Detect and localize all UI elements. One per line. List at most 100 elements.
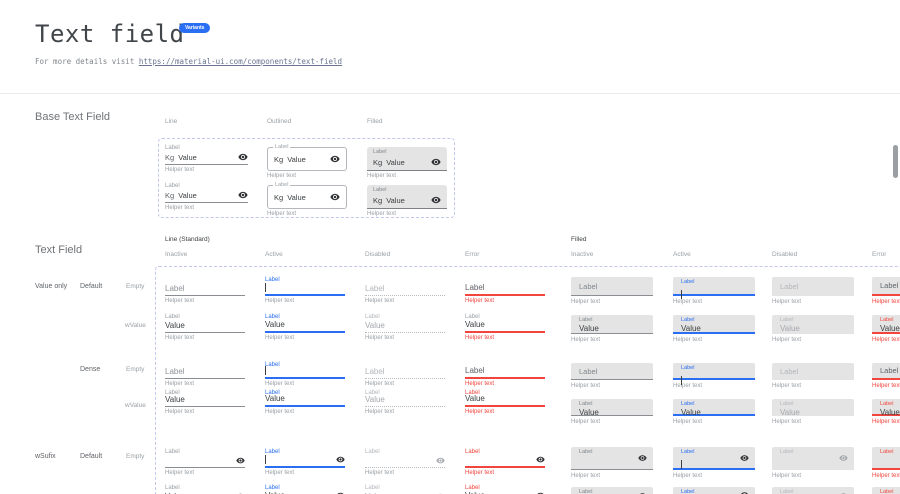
field-line-active-value-only-dense-wvalue[interactable]: LabelValueHelper text: [265, 390, 345, 416]
eye-icon[interactable]: [238, 152, 248, 162]
eye-icon[interactable]: [336, 455, 345, 464]
field-filled-inactive-wsufix-default-wvalue[interactable]: LabelValueHelper text: [571, 487, 653, 494]
helper-text: Helper text: [267, 211, 347, 218]
base-outlined-field[interactable]: LabelKgValueHelper text: [267, 182, 347, 218]
field-line-error-wsufix-default-empty[interactable]: LabelHelper text: [465, 448, 545, 477]
field-line-active-wsufix-default-wvalue[interactable]: LabelValueHelper text: [265, 484, 345, 494]
field-filled-inactive-wsufix-default-empty[interactable]: LabelHelper text: [571, 447, 653, 480]
field-value: Value: [265, 320, 285, 329]
helper-text: Helper text: [265, 409, 345, 416]
helper-text: Helper text: [265, 470, 345, 477]
field-value: Value: [465, 320, 485, 329]
eye-icon[interactable]: [740, 491, 749, 494]
field-filled-inactive-value-only-default-wvalue[interactable]: LabelValueHelper text: [571, 315, 653, 344]
eye-icon[interactable]: [740, 453, 749, 462]
state-line-inactive: Inactive: [165, 251, 187, 258]
filled-box: LabelValue: [772, 487, 854, 494]
field-line-inactive-wsufix-default-wvalue[interactable]: LabelValueHelper text: [165, 484, 245, 494]
field-line-disabled-wsufix-default-empty[interactable]: LabelHelper text: [365, 448, 445, 477]
field-filled-active-wsufix-default-empty[interactable]: LabelHelper text: [673, 447, 755, 480]
field-line-error-value-only-default-wvalue[interactable]: LabelValueHelper text: [465, 313, 545, 342]
field-line-disabled-value-only-dense-empty[interactable]: LabelHelper text: [365, 362, 445, 388]
text-cursor: [265, 366, 266, 375]
field-filled-disabled-value-only-default-wvalue[interactable]: LabelValueHelper text: [772, 315, 854, 344]
base-filled-field[interactable]: LabelKgValueHelper text: [367, 182, 447, 218]
input-underline: Value: [365, 321, 445, 333]
floating-label: Label: [681, 401, 747, 408]
field-line-inactive-value-only-default-wvalue[interactable]: LabelValueHelper text: [165, 313, 245, 342]
base-outlined-field[interactable]: LabelKgValueHelper text: [267, 144, 347, 180]
eye-icon[interactable]: [536, 455, 545, 464]
floating-label: Label: [780, 449, 846, 456]
field-filled-inactive-value-only-dense-empty[interactable]: LabelHelper text: [571, 363, 653, 390]
eye-icon[interactable]: [431, 195, 441, 205]
field-filled-inactive-value-only-dense-wvalue[interactable]: LabelValueHelper text: [571, 399, 653, 426]
field-line-disabled-value-only-dense-wvalue[interactable]: LabelValueHelper text: [365, 390, 445, 416]
field-filled-disabled-wsufix-default-empty[interactable]: LabelHelper text: [772, 447, 854, 480]
input-underline: KgValue: [165, 152, 248, 165]
filled-box: Label: [772, 363, 854, 380]
row-label-dense: Dense: [80, 366, 100, 373]
field-line-inactive-value-only-dense-wvalue[interactable]: LabelValueHelper text: [165, 390, 245, 416]
field-line-active-wsufix-default-empty[interactable]: LabelHelper text: [265, 448, 345, 477]
field-line-error-value-only-dense-wvalue[interactable]: LabelValueHelper text: [465, 390, 545, 416]
field-filled-error-wsufix-default-wvalue[interactable]: LabelValueHelper text: [872, 487, 900, 494]
eye-icon[interactable]: [436, 456, 445, 465]
field-line-disabled-value-only-default-empty[interactable]: LabelHelper text: [365, 276, 445, 305]
field-filled-error-value-only-default-wvalue[interactable]: LabelValueHelper text: [872, 315, 900, 344]
eye-icon[interactable]: [330, 192, 340, 202]
eye-icon[interactable]: [236, 456, 245, 465]
helper-text: Helper text: [465, 298, 545, 305]
field-line-error-value-only-default-empty[interactable]: LabelHelper text: [465, 276, 545, 305]
row-label-value-only: Value only: [35, 283, 67, 290]
field-line-active-value-only-dense-empty[interactable]: LabelHelper text: [265, 362, 345, 388]
eye-icon[interactable]: [330, 154, 340, 164]
field-line-error-value-only-dense-empty[interactable]: LabelHelper text: [465, 362, 545, 388]
field-filled-disabled-wsufix-default-wvalue[interactable]: LabelValueHelper text: [772, 487, 854, 494]
field-filled-error-wsufix-default-empty[interactable]: LabelHelper text: [872, 447, 900, 480]
field-line-error-wsufix-default-wvalue[interactable]: LabelValueHelper text: [465, 484, 545, 494]
floating-label: Label: [579, 317, 645, 324]
scrollbar-thumb[interactable]: [893, 145, 898, 178]
input-underline: Value: [465, 321, 545, 333]
field-line-active-value-only-default-empty[interactable]: LabelHelper text: [265, 276, 345, 305]
field-filled-active-value-only-default-empty[interactable]: LabelHelper text: [673, 277, 755, 306]
field-line-disabled-wsufix-default-wvalue[interactable]: LabelValueHelper text: [365, 484, 445, 494]
field-filled-active-value-only-default-wvalue[interactable]: LabelValueHelper text: [673, 315, 755, 344]
field-filled-active-value-only-dense-wvalue[interactable]: LabelValueHelper text: [673, 399, 755, 426]
field-filled-active-value-only-dense-empty[interactable]: LabelHelper text: [673, 363, 755, 390]
field-value: Value: [178, 153, 197, 162]
input-underline: Label: [365, 369, 445, 379]
eye-icon[interactable]: [839, 454, 848, 463]
field-filled-error-value-only-dense-wvalue[interactable]: LabelValueHelper text: [872, 399, 900, 426]
field-filled-disabled-value-only-default-empty[interactable]: LabelHelper text: [772, 277, 854, 306]
field-filled-error-value-only-dense-empty[interactable]: LabelHelper text: [872, 363, 900, 390]
field-line-active-value-only-default-wvalue[interactable]: LabelValueHelper text: [265, 313, 345, 342]
input-underline: Value: [265, 321, 345, 333]
text-cursor-bar: [681, 376, 682, 385]
suffix-icon-wrap: [638, 454, 647, 463]
field-line-inactive-value-only-default-empty[interactable]: LabelHelper text: [165, 276, 245, 305]
input-underline: Value: [165, 397, 245, 407]
docs-link[interactable]: https://material-ui.com/components/text-…: [139, 57, 342, 66]
field-value: Value: [681, 324, 747, 333]
field-filled-inactive-value-only-default-empty[interactable]: LabelHelper text: [571, 277, 653, 306]
field-filled-error-value-only-default-empty[interactable]: LabelHelper text: [872, 277, 900, 306]
field-line-disabled-value-only-default-wvalue[interactable]: LabelValueHelper text: [365, 313, 445, 342]
helper-text: Helper text: [872, 383, 900, 390]
field-filled-active-wsufix-default-wvalue[interactable]: LabelHelper text: [673, 487, 755, 494]
field-line-inactive-wsufix-default-empty[interactable]: LabelHelper text: [165, 448, 245, 477]
filled-box: LabelValue: [772, 315, 854, 334]
base-line-field[interactable]: LabelKgValueHelper text: [165, 182, 248, 212]
suffix-icon-wrap: [740, 491, 749, 494]
field-value: Value: [579, 408, 645, 417]
eye-icon[interactable]: [431, 157, 441, 167]
field-filled-disabled-value-only-dense-wvalue[interactable]: LabelValueHelper text: [772, 399, 854, 426]
field-line-inactive-value-only-dense-empty[interactable]: LabelHelper text: [165, 362, 245, 388]
field-filled-disabled-value-only-dense-empty[interactable]: LabelHelper text: [772, 363, 854, 390]
eye-icon[interactable]: [638, 454, 647, 463]
eye-icon[interactable]: [238, 190, 248, 200]
base-line-field[interactable]: LabelKgValueHelper text: [165, 144, 248, 174]
helper-text: Helper text: [465, 409, 545, 416]
base-filled-field[interactable]: LabelKgValueHelper text: [367, 144, 447, 180]
